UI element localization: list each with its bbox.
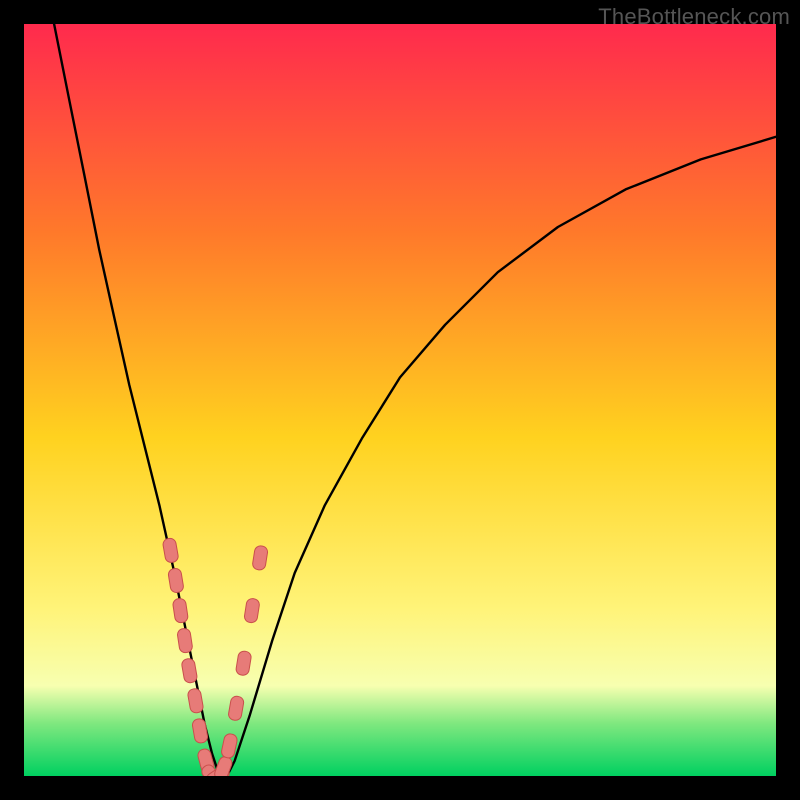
gradient-background <box>24 24 776 776</box>
chart-frame: TheBottleneck.com <box>0 0 800 800</box>
plot-area <box>24 24 776 776</box>
chart-svg <box>24 24 776 776</box>
watermark-text: TheBottleneck.com <box>598 4 790 30</box>
